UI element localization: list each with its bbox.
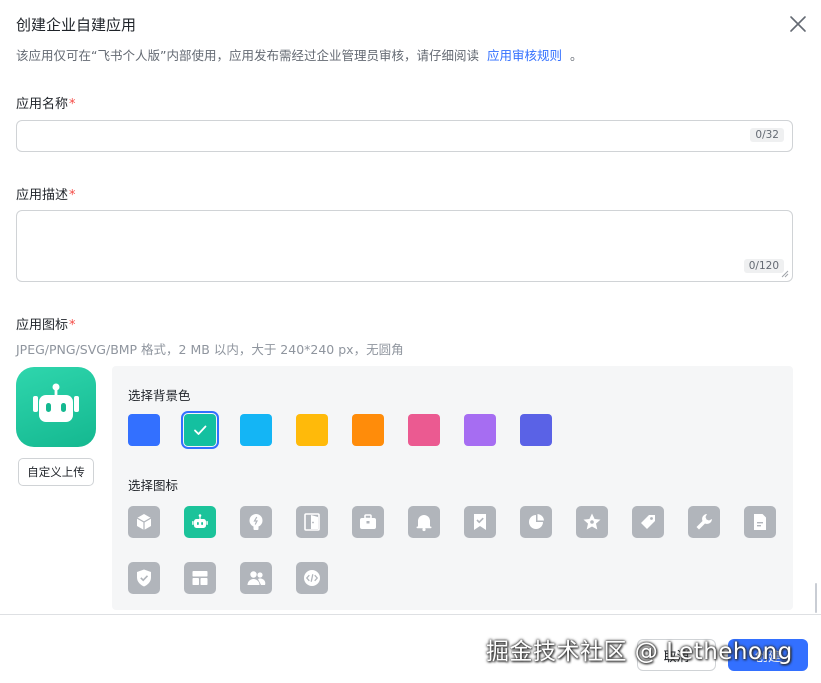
app-description-textarea[interactable]: 0/120	[16, 210, 793, 282]
icon-option-bookmark-check[interactable]	[464, 506, 496, 538]
robot-icon	[192, 514, 208, 528]
review-notice: 该应用仅可在“飞书个人版”内部使用，应用发布需经过企业管理员审核，请仔细阅读 应…	[16, 45, 582, 64]
icon-option-tag[interactable]	[632, 506, 664, 538]
layout-icon	[192, 571, 208, 585]
icon-option-people[interactable]	[240, 562, 272, 594]
icon-picker-panel: 选择背景色 选择图标	[112, 366, 793, 610]
app-description-label: 应用描述*	[16, 188, 76, 203]
app-name-counter: 0/32	[750, 128, 784, 142]
review-rules-link[interactable]: 应用审核规则	[487, 48, 562, 63]
close-icon[interactable]	[787, 13, 809, 35]
bg-color-swatch[interactable]	[296, 414, 328, 446]
app-description-counter: 0/120	[743, 259, 784, 273]
star-icon	[583, 513, 601, 530]
app-icon-label: 应用图标*	[16, 318, 76, 333]
icon-option-star[interactable]	[576, 506, 608, 538]
required-mark: *	[69, 318, 76, 333]
icon-option-pie-chart[interactable]	[520, 506, 552, 538]
icon-option-shield-check[interactable]	[128, 562, 160, 594]
code-icon	[304, 570, 320, 586]
bg-color-swatch[interactable]	[520, 414, 552, 446]
custom-upload-button[interactable]: 自定义上传	[18, 458, 94, 486]
people-icon	[247, 571, 266, 585]
tag-icon	[641, 515, 655, 529]
shield-check-icon	[137, 569, 151, 587]
bg-color-swatch[interactable]	[408, 414, 440, 446]
required-mark: *	[69, 188, 76, 203]
bg-color-swatch[interactable]	[352, 414, 384, 446]
app-name-input[interactable]: 0/32	[16, 120, 793, 152]
icon-option-document[interactable]	[744, 506, 776, 538]
robot-icon	[33, 383, 79, 422]
icon-option-briefcase[interactable]	[352, 506, 384, 538]
bulb-icon	[249, 514, 263, 530]
briefcase-icon	[360, 514, 376, 529]
icon-option-wrench[interactable]	[688, 506, 720, 538]
footer-divider	[0, 614, 821, 615]
door-icon	[304, 513, 320, 531]
watermark: 掘金技术社区 @ Lethehong	[486, 639, 793, 665]
check-icon	[194, 425, 207, 435]
wrench-icon	[696, 514, 712, 530]
bg-color-swatch[interactable]	[128, 414, 160, 446]
icon-option-bulb[interactable]	[240, 506, 272, 538]
notice-suffix: 。	[569, 48, 583, 63]
dialog-title: 创建企业自建应用	[16, 16, 137, 34]
bookmark-check-icon	[474, 514, 486, 530]
bell-icon	[416, 515, 432, 532]
notice-text: 该应用仅可在“飞书个人版”内部使用，应用发布需经过企业管理员审核，请仔细阅读	[16, 48, 479, 63]
cube-icon	[136, 514, 152, 530]
scrollbar-thumb[interactable]	[815, 583, 817, 613]
app-icon-preview	[16, 367, 96, 447]
bg-color-swatch[interactable]	[464, 414, 496, 446]
icon-select-label: 选择图标	[128, 478, 179, 493]
icon-option-bell[interactable]	[408, 506, 440, 538]
resize-handle-icon[interactable]	[781, 270, 789, 278]
bg-color-swatch[interactable]	[181, 411, 219, 449]
bg-color-label: 选择背景色	[128, 388, 191, 403]
pie-chart-icon	[529, 514, 544, 529]
icon-option-layout[interactable]	[184, 562, 216, 594]
app-name-label: 应用名称*	[16, 97, 76, 112]
icon-option-door[interactable]	[296, 506, 328, 538]
required-mark: *	[69, 97, 76, 112]
icon-option-code[interactable]	[296, 562, 328, 594]
icon-option-cube[interactable]	[128, 506, 160, 538]
icon-option-robot[interactable]	[184, 506, 216, 538]
bg-color-swatch[interactable]	[240, 414, 272, 446]
app-icon-hint: JPEG/PNG/SVG/BMP 格式，2 MB 以内，大于 240*240 p…	[16, 342, 404, 357]
document-icon	[754, 514, 766, 530]
